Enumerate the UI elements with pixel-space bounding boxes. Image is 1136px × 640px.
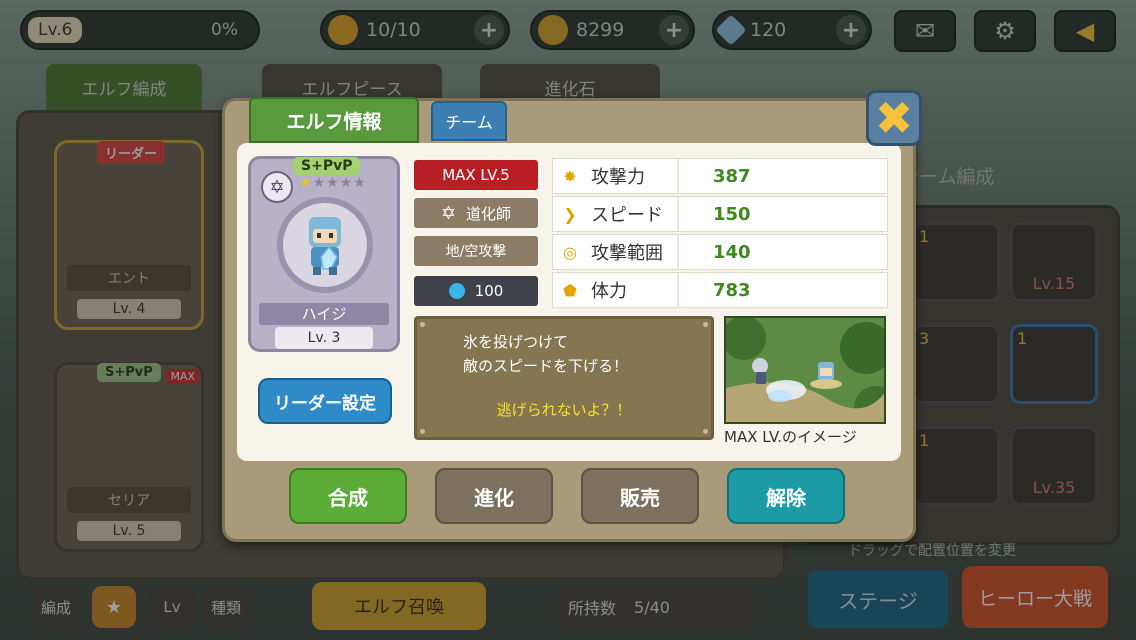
shield-icon: ⬟ [563,280,577,300]
stat-row-range: ◎ 攻撃範囲 140 [552,234,888,270]
class-badge: ✡ 道化師 [414,198,538,228]
rivet [703,429,708,434]
stat-value: 140 [713,241,751,263]
stat-row-hp: ⬟ 体力 783 [552,272,888,308]
description-box: 氷を投げつけて 敵のスピードを下げる！ 逃げられないよ？！ [414,316,714,440]
character-name: ハイジ [259,303,389,325]
stat-label: 攻撃力 [591,167,645,188]
stat-label: 体力 [591,281,627,302]
description-line-2: 敵のスピードを下げる！ [463,357,629,375]
water-drop-icon [448,283,465,299]
character-quote: 逃げられないよ？！ [496,401,632,419]
sell-button[interactable]: 販売 [581,468,699,524]
description-line-1: 氷を投げつけて [463,333,569,351]
star-of-david-icon: ✡ [440,202,457,224]
stat-value: 387 [713,165,751,187]
character-portrait [277,197,373,293]
stat-row-speed: ❯ スピード 150 [552,196,888,232]
rivet [420,429,425,434]
stat-label: スピード [591,205,663,226]
star-rating: ★★★★★ [299,175,367,191]
character-level: Lv. 3 [275,327,373,349]
combine-button[interactable]: 合成 [289,468,407,524]
class-label: 道化師 [466,204,512,223]
sun-icon: ✸ [563,166,577,186]
preview-caption: MAX LV.のイメージ [724,428,857,446]
stat-label: 攻撃範囲 [591,243,663,264]
rank-tag: S+PvP [293,157,361,175]
rivet [703,322,708,327]
stat-value: 150 [713,203,751,225]
stat-row-attack: ✸ 攻撃力 387 [552,158,888,194]
chevron-right-icon: ❯ [563,204,577,224]
release-button[interactable]: 解除 [727,468,845,524]
tab-team[interactable]: チーム [431,101,507,141]
stat-value: 783 [713,279,751,301]
cost-value: 100 [474,282,504,300]
target-icon: ◎ [563,242,577,262]
tab-elf-info[interactable]: エルフ情報 [249,97,419,143]
max-level-preview-image [724,316,886,424]
rivet [420,322,425,327]
star-of-david-icon: ✡ [261,171,293,203]
close-icon: ✖ [874,91,914,145]
max-level-badge: MAX LV.5 [414,160,538,190]
close-button[interactable]: ✖ [866,90,922,146]
attack-type-badge: 地/空攻撃 [414,236,538,266]
set-leader-button[interactable]: リーダー設定 [258,378,392,424]
cost-badge: 100 [414,276,538,306]
character-card: S+PvP ✡ ★★★★★ ハイジ Lv. 3 [248,156,400,352]
stats-table: ✸ 攻撃力 387 ❯ スピード 150 ◎ 攻撃範囲 140 ⬟ 体力 783 [552,158,888,310]
evolve-button[interactable]: 進化 [435,468,553,524]
